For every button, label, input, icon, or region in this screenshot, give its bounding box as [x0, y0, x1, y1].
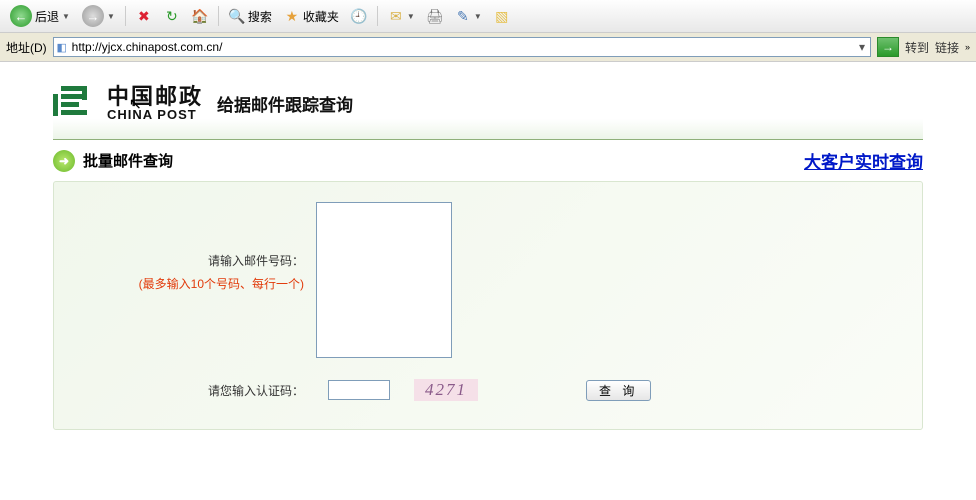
refresh-button[interactable]: ↻	[160, 6, 184, 26]
logo-mark-icon	[53, 82, 99, 125]
home-icon: 🏠	[192, 8, 208, 24]
captcha-row: 请您输入认证码： 4271 查 询	[94, 379, 882, 401]
mail-icon: ✉	[388, 8, 404, 24]
mail-number-hint: (最多输入10个号码、每行一个)	[94, 275, 304, 292]
brand-en: CHINA POST	[107, 108, 203, 122]
logo-text: 中国邮政 CHINA POST	[107, 85, 203, 122]
forward-dropdown-icon[interactable]: ▼	[107, 12, 115, 21]
page-title: 给据邮件跟踪查询	[217, 91, 353, 116]
textarea-wrapper	[316, 202, 452, 361]
captcha-input[interactable]	[328, 380, 390, 400]
refresh-icon: ↻	[164, 8, 180, 24]
search-icon: 🔍	[229, 8, 245, 24]
query-form: 请输入邮件号码： (最多输入10个号码、每行一个) 请您输入认证码： 4271 …	[53, 181, 923, 430]
brand-cn: 中国邮政	[107, 85, 203, 108]
edit-icon: ✎	[455, 8, 471, 24]
sub-header: ➜ 批量邮件查询 大客户实时查询	[53, 140, 923, 181]
go-button[interactable]: →	[877, 37, 899, 57]
batch-query-title: 批量邮件查询	[83, 150, 173, 171]
print-icon: 🖨	[427, 8, 443, 24]
star-icon: ★	[284, 8, 300, 24]
query-button[interactable]: 查 询	[586, 380, 651, 401]
page-icon: ◧	[54, 41, 70, 54]
forward-button[interactable]: → ▼	[78, 3, 119, 29]
edit-button[interactable]: ✎▼	[451, 6, 486, 26]
favorites-button[interactable]: ★收藏夹	[280, 6, 343, 27]
forward-icon: →	[82, 5, 104, 27]
links-button[interactable]: 链接	[935, 39, 959, 56]
address-bar: 地址(D) ◧ ▾ ↖ → 转到 链接 »	[0, 33, 976, 62]
captcha-image[interactable]: 4271	[414, 379, 478, 401]
page-content: 中国邮政 CHINA POST 给据邮件跟踪查询 ➜ 批量邮件查询 大客户实时查…	[53, 62, 923, 430]
mail-number-label: 请输入邮件号码：	[94, 252, 304, 269]
history-button[interactable]: 🕘	[347, 6, 371, 26]
vip-realtime-link[interactable]: 大客户实时查询	[804, 148, 923, 173]
url-input[interactable]	[70, 40, 854, 54]
messenger-button[interactable]: ▧	[490, 6, 514, 26]
print-button[interactable]: 🖨	[423, 6, 447, 26]
back-label: 后退	[35, 8, 59, 25]
china-post-logo: 中国邮政 CHINA POST	[53, 82, 203, 125]
home-button[interactable]: 🏠	[188, 6, 212, 26]
mail-number-input[interactable]	[316, 202, 452, 358]
address-label: 地址(D)	[6, 39, 47, 56]
captcha-label: 请您输入认证码：	[94, 382, 304, 399]
separator	[125, 6, 126, 26]
separator	[377, 6, 378, 26]
stop-button[interactable]: ✖	[132, 6, 156, 26]
back-icon: ←	[10, 5, 32, 27]
browser-toolbar: ← 后退 ▼ → ▼ ✖ ↻ 🏠 🔍搜索 ★收藏夹 🕘 ✉▼ 🖨 ✎▼ ▧	[0, 0, 976, 33]
address-dropdown-icon[interactable]: ▾	[854, 40, 870, 54]
search-button[interactable]: 🔍搜索	[225, 6, 276, 27]
links-expand-icon[interactable]: »	[965, 42, 970, 52]
separator	[218, 6, 219, 26]
mail-label-column: 请输入邮件号码： (最多输入10个号码、每行一个)	[94, 252, 304, 292]
stop-icon: ✖	[136, 8, 152, 24]
go-label: 转到	[905, 39, 929, 56]
mail-button[interactable]: ✉▼	[384, 6, 419, 26]
address-input-wrapper: ◧ ▾ ↖	[53, 37, 871, 57]
sub-left: ➜ 批量邮件查询	[53, 150, 173, 172]
back-button[interactable]: ← 后退 ▼	[6, 3, 74, 29]
page-header: 中国邮政 CHINA POST 给据邮件跟踪查询	[53, 72, 923, 140]
back-dropdown-icon[interactable]: ▼	[62, 12, 70, 21]
arrow-right-icon: ➜	[53, 150, 75, 172]
messenger-icon: ▧	[494, 8, 510, 24]
mail-number-row: 请输入邮件号码： (最多输入10个号码、每行一个)	[94, 202, 882, 361]
history-icon: 🕘	[351, 8, 367, 24]
